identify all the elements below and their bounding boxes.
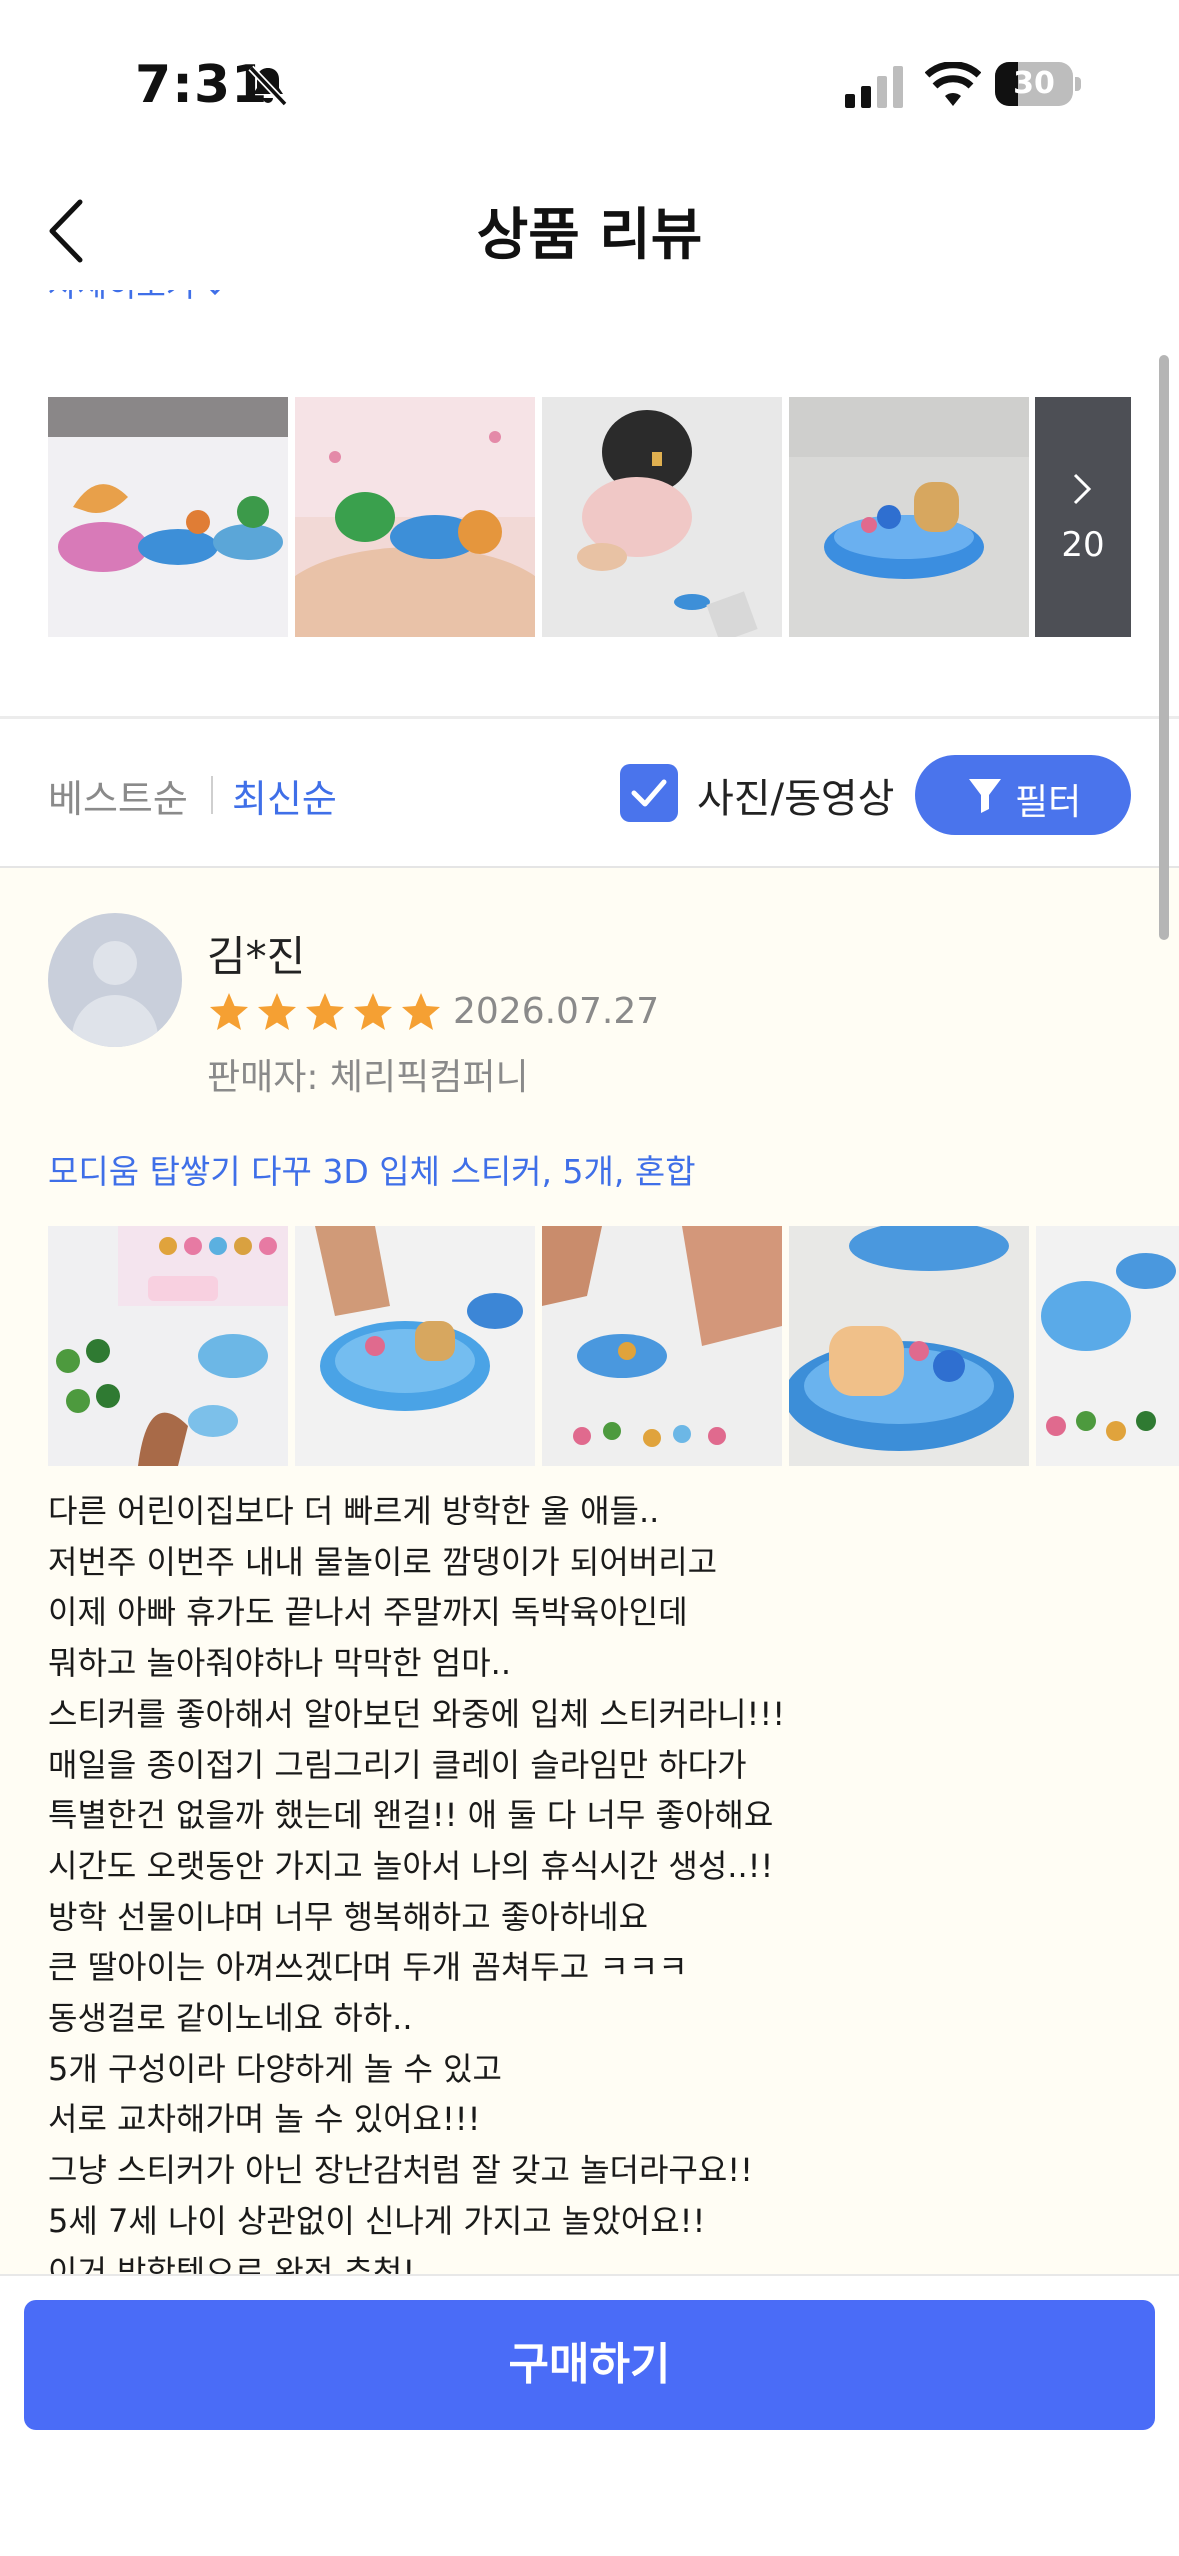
- nav-bar: 상품 리뷰: [0, 170, 1179, 290]
- funnel-icon: [969, 779, 1001, 813]
- sort-best-button[interactable]: 베스트순: [48, 768, 188, 823]
- review-line: 이거 방학템으로 완전 추천!: [48, 2252, 416, 2274]
- filter-label: 필터: [1015, 782, 1082, 823]
- bell-muted-icon: [248, 65, 288, 107]
- status-bar: 7:31 30: [0, 0, 1179, 170]
- wifi-icon: [925, 62, 981, 106]
- review-photo[interactable]: [789, 397, 1029, 637]
- checkmark-icon: [631, 779, 667, 807]
- review-line: 5세 7세 나이 상관없이 신나게 가지고 놀았어요!!: [48, 2201, 706, 2240]
- divider: [0, 716, 1179, 719]
- review-photo[interactable]: [542, 397, 782, 637]
- review-line: 스티커를 좋아해서 알아보던 와중에 입체 스티커라니!!!: [48, 1694, 786, 1733]
- bottom-bar: 구매하기: [0, 2274, 1179, 2556]
- star-rating: [207, 990, 447, 1034]
- review-photo[interactable]: [295, 397, 535, 637]
- review-line: 매일을 종이접기 그림그리기 클레이 슬라임만 하다가: [48, 1745, 747, 1784]
- review-line: 방학 선물이냐며 너무 행복해하고 좋아하네요: [48, 1897, 649, 1936]
- more-photos-button[interactable]: 20: [1035, 397, 1131, 637]
- review-photos: [48, 1226, 1179, 1466]
- sort-separator: [211, 776, 213, 814]
- review-line: 큰 딸아이는 아껴쓰겠다며 두개 꼼쳐두고 ㅋㅋㅋ: [48, 1948, 688, 1987]
- star-icon: [258, 993, 296, 1030]
- chevron-right-icon: [1073, 473, 1092, 505]
- review-card: 김*진 2026.07.27 판매자: 체리픽컴퍼니 모디움 탑쌓기 다꾸 3D…: [0, 868, 1179, 2274]
- review-photo-strip: 20: [48, 397, 1131, 637]
- star-icon: [210, 993, 248, 1030]
- review-body: 다른 어린이집보다 더 빠르게 방학한 울 애들.. 저번주 이번주 내내 물놀이…: [48, 1486, 1138, 2274]
- review-line: 다른 어린이집보다 더 빠르게 방학한 울 애들..: [48, 1492, 660, 1530]
- review-line: 동생걸로 같이노네요 하하..: [48, 1999, 413, 2038]
- review-photo[interactable]: [789, 1226, 1029, 1466]
- avatar: [48, 913, 182, 1047]
- review-photo[interactable]: [295, 1226, 535, 1466]
- photo-only-checkbox[interactable]: [620, 764, 678, 822]
- sort-newest-button[interactable]: 최신순: [232, 768, 337, 823]
- review-line: 이제 아빠 휴가도 끝나서 주말까지 독박육아인데: [48, 1593, 688, 1632]
- review-line: 시간도 오랫동안 가지고 놀아서 나의 휴식시간 생성..!!: [48, 1846, 774, 1885]
- review-line: 5개 구성이라 다양하게 놀 수 있고: [48, 2049, 502, 2088]
- cellular-signal-icon: [845, 66, 903, 108]
- review-photo[interactable]: [542, 1226, 782, 1466]
- filter-button[interactable]: 필터: [915, 755, 1131, 835]
- battery-level: 30: [1013, 66, 1055, 101]
- review-line: 저번주 이번주 내내 물놀이로 깜댕이가 되어버리고: [48, 1542, 718, 1581]
- review-line: 뭐하고 놀아줘야하나 막막한 엄마..: [48, 1644, 512, 1683]
- battery-icon: 30: [995, 62, 1081, 106]
- photo-only-label[interactable]: 사진/동영상: [697, 766, 894, 824]
- product-option-link[interactable]: 모디움 탑쌓기 다꾸 3D 입체 스티커, 5개, 혼합: [48, 1145, 696, 1193]
- sort-filter-bar: 베스트순 최신순 사진/동영상 필터: [0, 720, 1179, 866]
- scrollbar[interactable]: [1159, 355, 1169, 940]
- review-photo[interactable]: [48, 397, 288, 637]
- star-icon: [306, 993, 344, 1030]
- star-icon: [402, 993, 440, 1030]
- reviewer-name: 김*진: [207, 932, 306, 981]
- more-photos-count: 20: [1061, 525, 1105, 565]
- review-line: 그냥 스티커가 아닌 장난감처럼 잘 갖고 놀더라구요!!: [48, 2151, 753, 2190]
- review-line: 특별한건 없을까 했는데 왠걸!! 애 둘 다 너무 좋아해요: [48, 1796, 774, 1835]
- review-line: 서로 교차해가며 놀 수 있어요!!!: [48, 2100, 481, 2139]
- review-photo[interactable]: [1036, 1226, 1179, 1466]
- star-icon: [354, 993, 392, 1030]
- review-photo[interactable]: [48, 1226, 288, 1466]
- buy-button[interactable]: 구매하기: [24, 2300, 1155, 2430]
- review-date: 2026.07.27: [453, 991, 660, 1032]
- page-title: 상품 리뷰: [476, 203, 703, 268]
- seller-name: 판매자: 체리픽컴퍼니: [207, 1057, 529, 1098]
